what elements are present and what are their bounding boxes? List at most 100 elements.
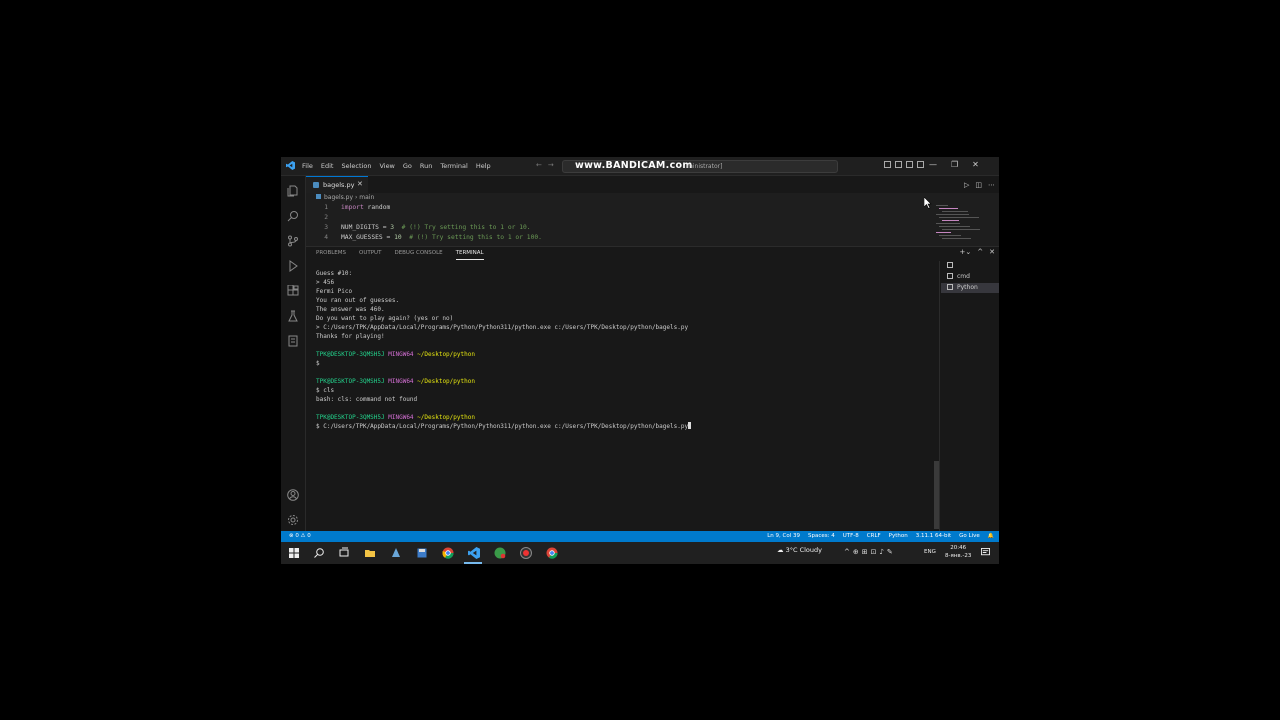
vscode-taskbar-icon[interactable] <box>468 547 480 559</box>
terminal-line: > 456 <box>316 278 926 287</box>
source-control-icon[interactable] <box>287 232 299 247</box>
tab-problems[interactable]: PROBLEMS <box>316 250 346 260</box>
bottom-panel: PROBLEMS OUTPUT DEBUG CONSOLE TERMINAL +⌄ ^… <box>306 246 999 532</box>
status-item[interactable]: Go Live <box>959 531 980 542</box>
run-debug-icon[interactable] <box>287 257 299 272</box>
testing-icon[interactable] <box>287 307 299 322</box>
tab-terminal[interactable]: TERMINAL <box>455 250 484 260</box>
extensions-icon[interactable] <box>287 282 299 296</box>
status-item[interactable]: Python <box>889 531 908 542</box>
terminal-text: $ <box>316 360 320 367</box>
chrome-icon[interactable] <box>442 547 454 559</box>
close-window-icon[interactable]: ✕ <box>972 160 979 169</box>
app-icon-blue[interactable] <box>390 547 402 559</box>
terminal-line: Do you want to play again? (yes or no) <box>316 314 926 323</box>
code-line[interactable]: 4 MAX_GUESSES = 10 # (!) Try setting this… <box>306 233 936 243</box>
status-item[interactable]: Ln 9, Col 39 <box>767 531 800 542</box>
chrome-alt-icon[interactable] <box>546 547 558 559</box>
breadcrumb-file[interactable]: bagels.py <box>324 194 353 201</box>
tray-icons[interactable]: ^⊕⊞⊡♪✎ <box>844 548 896 556</box>
close-panel-icon[interactable]: ✕ <box>989 248 995 256</box>
breadcrumb-symbol[interactable]: main <box>359 194 374 201</box>
menu-item-edit[interactable]: Edit <box>321 162 334 170</box>
nav-arrows[interactable]: ←→ <box>536 161 560 169</box>
accounts-icon[interactable] <box>287 486 299 501</box>
terminal-text: ~/Desktop/python <box>413 414 475 421</box>
menu-item-help[interactable]: Help <box>476 162 491 170</box>
menu-item-run[interactable]: Run <box>420 162 432 170</box>
code-line[interactable]: 2 <box>306 213 936 223</box>
windows-start-icon[interactable] <box>288 547 300 559</box>
terminal-list-item-python[interactable]: Python <box>941 283 999 293</box>
minimap-line <box>942 238 971 239</box>
more-actions-icon[interactable]: ⋯ <box>988 181 995 189</box>
restore-icon[interactable]: ❐ <box>951 160 958 169</box>
terminal-line: TPK@DESKTOP-3QMSH5J MINGW64 ~/Desktop/py… <box>316 350 926 359</box>
app-icon-save[interactable] <box>416 547 428 559</box>
toggle-sidebar-icon[interactable] <box>884 161 891 168</box>
code-line[interactable]: 3 NUM_DIGITS = 3 # (!) Try setting this t… <box>306 223 936 233</box>
notification-icon[interactable] <box>981 548 990 557</box>
terminal-output[interactable]: Guess #10: > 456 Fermi Pico You ran out of … <box>316 269 926 529</box>
terminal-text: You ran out of guesses. <box>316 297 400 304</box>
terminal-line: $ C:/Users/TPK/AppData/Local/Programs/Py… <box>316 422 926 431</box>
search-icon[interactable] <box>287 207 299 222</box>
problems-status[interactable]: ⊗ 0 ⚠ 0 <box>289 531 311 542</box>
bandicam-record-icon[interactable] <box>520 547 532 559</box>
terminal-list-item-cmd[interactable]: cmd <box>941 272 999 282</box>
maximize-panel-icon[interactable]: ^ <box>977 248 983 256</box>
line-number: 3 <box>324 224 328 231</box>
tab-bagels-py[interactable]: bagels.py ✕ <box>306 176 368 193</box>
weather-widget[interactable]: ☁ 3°C Cloudy <box>777 546 822 554</box>
explorer-icon[interactable] <box>287 182 299 197</box>
terminal-text: MINGW64 <box>384 378 414 385</box>
terminal-line: TPK@DESKTOP-3QMSH5J MINGW64 ~/Desktop/py… <box>316 377 926 386</box>
app-icon-green[interactable] <box>494 547 506 559</box>
remote-explorer-icon[interactable] <box>287 332 299 347</box>
terminal-text: TPK@DESKTOP-3QMSH5J <box>316 414 385 421</box>
settings-gear-icon[interactable] <box>287 511 299 525</box>
new-terminal-icon[interactable]: +⌄ <box>960 248 972 256</box>
code-text: NUM_DIGITS = 3 # (!) Try setting this to… <box>341 223 531 233</box>
terminal-text: ~/Desktop/python <box>413 378 475 385</box>
clock-date: 8-янв.-23 <box>945 553 972 559</box>
split-editor-icon[interactable]: ◫ <box>975 181 982 189</box>
menu-item-file[interactable]: File <box>302 162 313 170</box>
close-tab-icon[interactable]: ✕ <box>357 180 363 188</box>
command-center[interactable]: www.BANDICAM.com ministrator] <box>562 160 838 173</box>
menu-item-terminal[interactable]: Terminal <box>440 162 467 170</box>
taskbar-search-icon[interactable] <box>313 547 325 559</box>
status-bar: ⊗ 0 ⚠ 0 Ln 9, Col 39 Spaces: 4 UTF-8 CRLF Py… <box>281 531 999 542</box>
tab-debug-console[interactable]: DEBUG CONSOLE <box>394 250 442 260</box>
clock-time: 20:46 <box>950 545 967 551</box>
status-item[interactable]: 3.11.1 64-bit <box>916 531 951 542</box>
task-view-icon[interactable] <box>338 547 350 559</box>
code-line[interactable]: 1 import random <box>306 203 936 213</box>
language-indicator[interactable]: ENG <box>924 549 936 555</box>
code-editor[interactable]: 1 import random 2 3 NUM_DIGITS = 3 # (!) Try… <box>306 203 936 245</box>
run-python-icon[interactable]: ▷ <box>964 181 969 189</box>
terminal-text: TPK@DESKTOP-3QMSH5J <box>316 351 385 358</box>
line-number: 4 <box>324 234 328 241</box>
menu-item-selection[interactable]: Selection <box>341 162 371 170</box>
terminal-line: Thanks for playing! <box>316 332 926 341</box>
layout-controls[interactable] <box>884 161 924 168</box>
file-explorer-icon[interactable] <box>364 547 376 559</box>
menu-item-view[interactable]: View <box>379 162 394 170</box>
status-item[interactable]: CRLF <box>867 531 881 542</box>
clock[interactable]: 20:46 8-янв.-23 <box>945 544 971 560</box>
status-item[interactable]: UTF-8 <box>843 531 859 542</box>
tab-output[interactable]: OUTPUT <box>359 250 381 260</box>
customize-layout-icon[interactable] <box>917 161 924 168</box>
code-token: 10 <box>394 234 402 241</box>
code-token: MAX_GUESSES <box>341 234 383 241</box>
toggle-panel-icon[interactable] <box>895 161 902 168</box>
status-item[interactable]: Spaces: 4 <box>808 531 835 542</box>
toggle-secondary-sidebar-icon[interactable] <box>906 161 913 168</box>
terminal-text: $ C:/Users/TPK/AppData/Local/Programs/Py… <box>316 423 689 430</box>
menu-item-go[interactable]: Go <box>403 162 412 170</box>
minimap[interactable] <box>936 203 998 245</box>
minimap-line <box>942 220 959 221</box>
bell-icon[interactable]: 🔔 <box>988 531 994 542</box>
minimize-icon[interactable]: — <box>929 160 937 169</box>
